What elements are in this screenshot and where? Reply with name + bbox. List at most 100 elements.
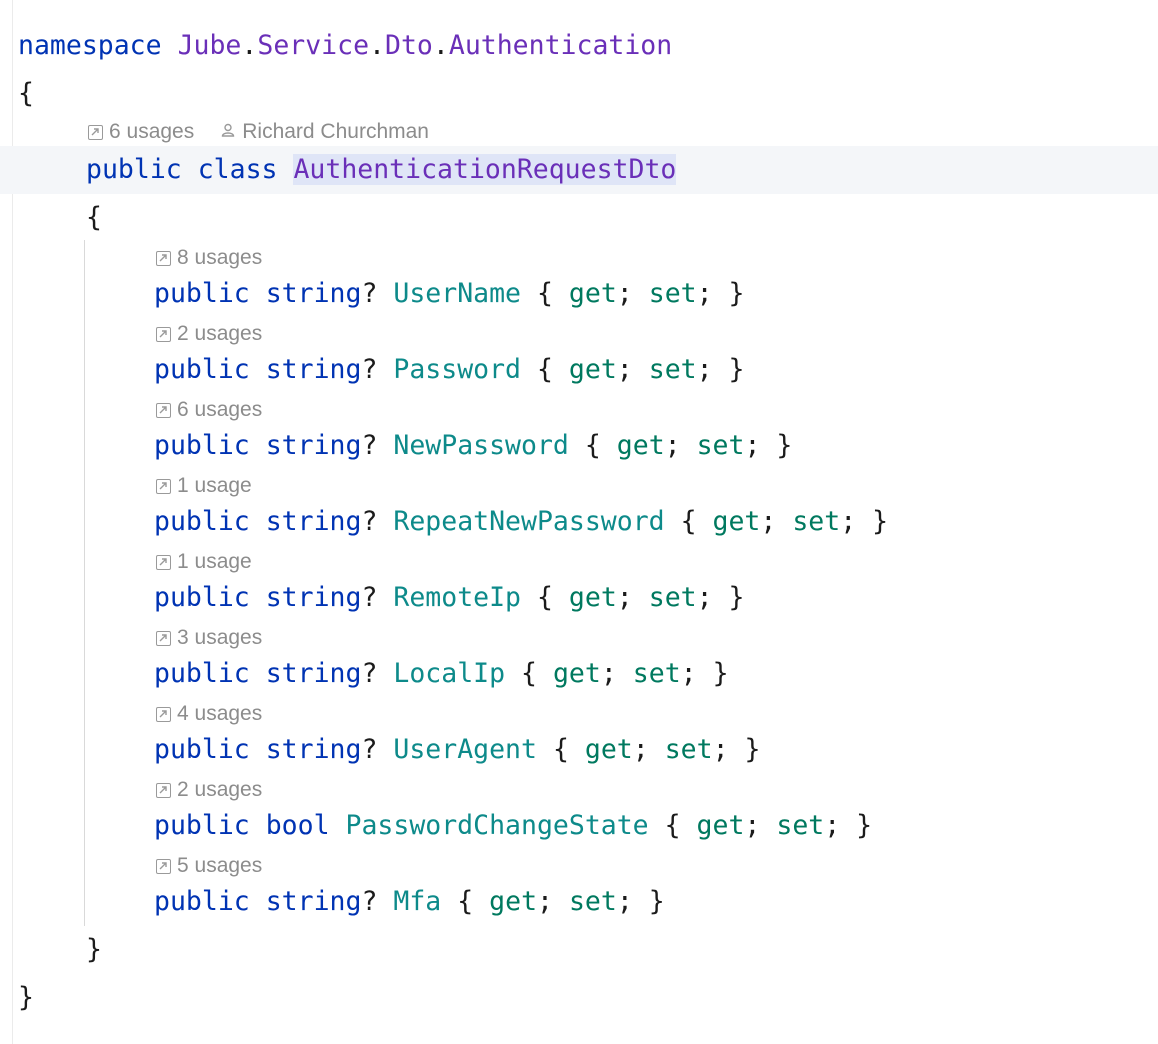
set-accessor[interactable]: set [665,734,713,765]
property-code-vision-hint[interactable]: 2 usages [156,776,262,804]
property-usages-count[interactable]: 2 usages [177,776,262,804]
property-name[interactable]: UserName [393,278,521,309]
accessor-semicolon: ; [696,278,713,309]
property-modifier: public [154,430,250,461]
property-code-vision-hint[interactable]: 5 usages [156,852,262,880]
property-declaration-line[interactable]: public string? RemoteIp { get; set; } [154,578,745,618]
namespace-line[interactable]: namespace Jube.Service.Dto.Authenticatio… [18,26,672,66]
set-accessor[interactable]: set [649,354,697,385]
set-accessor[interactable]: set [776,810,824,841]
get-accessor[interactable]: get [489,886,537,917]
namespace-open-brace: { [18,78,34,109]
property-type[interactable]: string [266,886,362,917]
property-code-vision-hint[interactable]: 4 usages [156,700,262,728]
property-modifier: public [154,278,250,309]
property-usages-count[interactable]: 2 usages [177,320,262,348]
namespace-part[interactable]: Service [257,30,369,61]
class-code-vision-hint[interactable]: 6 usages Richard Churchman [88,118,429,146]
accessor-semicolon: ; [664,430,681,461]
property-usages-count[interactable]: 1 usage [177,472,252,500]
property-declaration-line[interactable]: public bool PasswordChangeState { get; s… [154,806,872,846]
get-accessor[interactable]: get [569,354,617,385]
property-name[interactable]: LocalIp [393,658,505,689]
code-editor[interactable]: namespace Jube.Service.Dto.Authenticatio… [0,0,1158,1044]
get-accessor[interactable]: get [569,278,617,309]
property-name[interactable]: RepeatNewPassword [393,506,664,537]
accessor-semicolon: ; [680,658,697,689]
property-type[interactable]: string [266,658,362,689]
get-accessor[interactable]: get [697,810,745,841]
set-accessor[interactable]: set [649,582,697,613]
property-usages-count[interactable]: 4 usages [177,700,262,728]
go-to-usages-icon [156,554,171,570]
go-to-usages-icon [156,630,171,646]
accessor-semicolon: ; [616,582,633,613]
go-to-usages-icon [156,782,171,798]
property-type[interactable]: string [266,506,362,537]
property-usages-count[interactable]: 1 usage [177,548,252,576]
property-usages-count[interactable]: 3 usages [177,624,262,652]
get-accessor[interactable]: get [713,506,761,537]
property-declaration-line[interactable]: public string? LocalIp { get; set; } [154,654,729,694]
property-name[interactable]: Password [393,354,521,385]
class-name[interactable]: AuthenticationRequestDto [293,154,677,185]
nullable-marker: ? [361,658,378,689]
accessor-open-brace: { [457,886,474,917]
class-usages-count[interactable]: 6 usages [109,118,194,146]
property-name[interactable]: UserAgent [393,734,537,765]
property-modifier: public [154,658,250,689]
property-declaration-line[interactable]: public string? Password { get; set; } [154,350,745,390]
class-declaration-line[interactable]: public class AuthenticationRequestDto [86,150,677,190]
namespace-part[interactable]: Jube [178,30,242,61]
namespace-close-brace: } [18,982,34,1013]
property-type[interactable]: string [266,278,362,309]
accessor-close-brace: } [712,658,729,689]
set-accessor[interactable]: set [697,430,745,461]
property-name[interactable]: NewPassword [393,430,569,461]
property-declaration-line[interactable]: public string? UserName { get; set; } [154,274,745,314]
property-usages-count[interactable]: 6 usages [177,396,262,424]
nullable-marker: ? [361,734,378,765]
namespace-part[interactable]: Dto [385,30,433,61]
accessor-open-brace: { [664,810,681,841]
property-name[interactable]: Mfa [393,886,441,917]
property-usages-count[interactable]: 5 usages [177,852,262,880]
property-modifier: public [154,734,250,765]
accessor-open-brace: { [680,506,697,537]
property-type[interactable]: string [266,734,362,765]
property-type[interactable]: string [266,354,362,385]
get-accessor[interactable]: get [617,430,665,461]
class-modifier: public [86,154,182,185]
property-type[interactable]: string [266,582,362,613]
property-modifier: public [154,582,250,613]
property-declaration-line[interactable]: public string? NewPassword { get; set; } [154,426,792,466]
set-accessor[interactable]: set [633,658,681,689]
property-type[interactable]: string [266,430,362,461]
namespace-dot: . [369,30,386,61]
nullable-marker: ? [361,430,378,461]
property-type[interactable]: bool [266,810,330,841]
property-code-vision-hint[interactable]: 2 usages [156,320,262,348]
property-declaration-line[interactable]: public string? RepeatNewPassword { get; … [154,502,888,542]
namespace-part[interactable]: Authentication [449,30,672,61]
set-accessor[interactable]: set [792,506,840,537]
property-code-vision-hint[interactable]: 1 usage [156,548,252,576]
indent-guide [84,240,85,926]
set-accessor[interactable]: set [569,886,617,917]
class-author[interactable]: Richard Churchman [242,118,429,146]
property-name[interactable]: PasswordChangeState [346,810,649,841]
get-accessor[interactable]: get [585,734,633,765]
property-code-vision-hint[interactable]: 6 usages [156,396,262,424]
get-accessor[interactable]: get [553,658,601,689]
get-accessor[interactable]: get [569,582,617,613]
property-code-vision-hint[interactable]: 3 usages [156,624,262,652]
property-declaration-line[interactable]: public string? Mfa { get; set; } [154,882,665,922]
property-declaration-line[interactable]: public string? UserAgent { get; set; } [154,730,760,770]
accessor-semicolon: ; [712,734,729,765]
set-accessor[interactable]: set [649,278,697,309]
property-code-vision-hint[interactable]: 1 usage [156,472,252,500]
property-code-vision-hint[interactable]: 8 usages [156,244,262,272]
accessor-semicolon: ; [744,810,761,841]
property-usages-count[interactable]: 8 usages [177,244,262,272]
property-name[interactable]: RemoteIp [393,582,521,613]
